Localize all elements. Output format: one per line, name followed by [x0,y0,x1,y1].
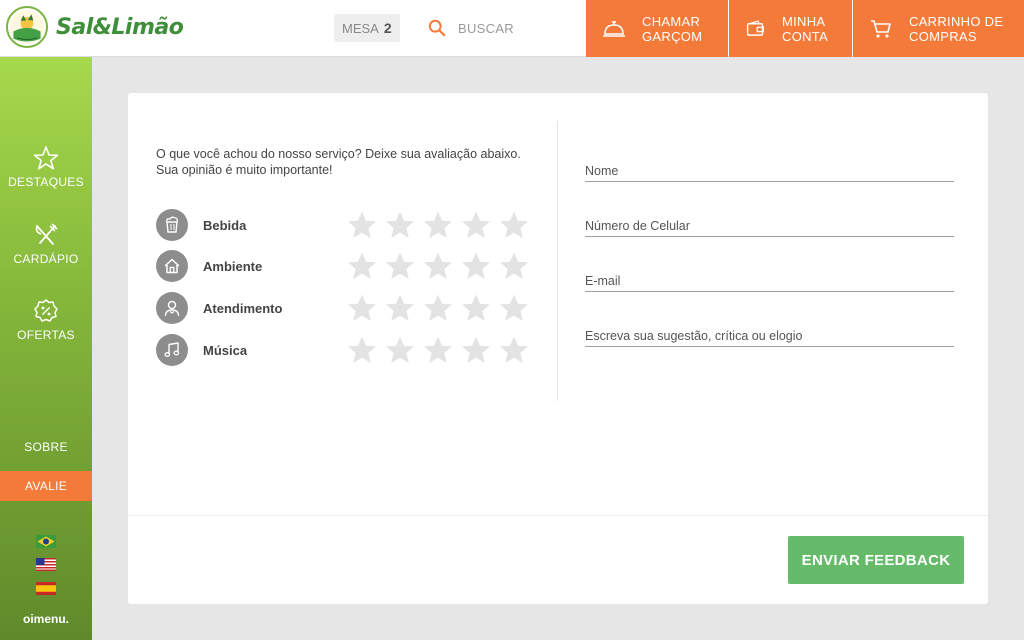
star-rating[interactable] [346,209,536,241]
feedback-intro: O que você achou do nosso serviço? Deixe… [156,146,556,178]
star-icon[interactable] [422,292,454,324]
star-icon[interactable] [498,292,530,324]
phone-field[interactable] [585,215,954,237]
star-icon[interactable] [460,209,492,241]
star-icon[interactable] [346,334,378,366]
cloche-icon [603,20,625,37]
flag-brazil-icon[interactable] [36,535,56,548]
discount-badge-icon [34,299,58,322]
star-icon[interactable] [422,209,454,241]
brand-name: Sal&Limão [56,14,184,40]
rating-row-ambiente: Ambiente [156,250,536,282]
sidebar-item-label: CARDÁPIO [13,252,79,266]
waiter-icon [156,292,188,324]
intro-line-1: O que você achou do nosso serviço? Deixe… [156,147,521,161]
star-rating[interactable] [346,292,536,324]
star-icon[interactable] [346,292,378,324]
my-account-label-1: MINHA [782,13,826,29]
rating-label: Música [203,342,248,358]
star-icon[interactable] [498,334,530,366]
name-field[interactable] [585,160,954,182]
star-icon[interactable] [384,250,416,282]
call-waiter-label-2: GARÇOM [642,28,703,44]
wallet-icon [746,19,764,36]
search-button[interactable]: BUSCAR [428,14,514,42]
logo-badge-icon [6,6,48,48]
table-label: MESA [342,20,379,36]
sidebar-item-destaques[interactable]: DESTAQUES [0,145,92,189]
sidebar-item-ofertas[interactable]: OFERTAS [0,298,92,342]
rating-label: Bebida [203,217,247,233]
my-account-label-2: CONTA [782,28,829,44]
star-icon [33,146,59,170]
footer-divider [128,515,988,516]
cutlery-icon [35,223,58,245]
cart-label-1: CARRINHO DE [909,13,1004,29]
star-icon[interactable] [460,334,492,366]
house-icon [156,250,188,282]
oimenu-logo: oimenu. [22,612,69,626]
search-label: BUSCAR [458,20,514,36]
flag-spain-icon[interactable] [36,582,56,595]
star-icon[interactable] [384,209,416,241]
cart-button[interactable]: CARRINHO DE COMPRAS [853,0,1024,57]
call-waiter-button[interactable]: CHAMAR GARÇOM [586,0,728,57]
send-feedback-button[interactable]: ENVIAR FEEDBACK [788,536,964,584]
star-icon[interactable] [384,334,416,366]
sidebar: DESTAQUES CARDÁPIO OFERTAS SOBRE AVALIE [0,57,92,640]
star-icon[interactable] [460,250,492,282]
star-icon[interactable] [498,209,530,241]
feedback-card: O que você achou do nosso serviço? Deixe… [128,93,988,604]
star-icon[interactable] [498,250,530,282]
star-icon[interactable] [422,250,454,282]
sidebar-item-sobre[interactable]: SOBRE [0,440,92,454]
cart-icon [871,19,891,38]
search-icon [428,19,446,37]
rating-label: Ambiente [203,258,263,274]
table-number: 2 [383,20,392,36]
star-icon[interactable] [346,250,378,282]
table-indicator: MESA 2 [334,14,400,42]
my-account-button[interactable]: MINHA CONTA [729,0,852,57]
rating-row-musica: Música [156,334,536,366]
rating-row-atendimento: Atendimento [156,292,536,324]
top-header: Sal&Limão MESA 2 BUSCAR CHAMAR GARÇOM MI… [0,0,1024,57]
call-waiter-label-1: CHAMAR [642,13,701,29]
email-field[interactable] [585,270,954,292]
brand-logo[interactable]: Sal&Limão [6,6,184,48]
star-icon[interactable] [346,209,378,241]
sidebar-item-avalie[interactable]: AVALIE [0,471,92,501]
column-divider [557,121,558,401]
intro-line-2: Sua opinião é muito importante! [156,163,333,177]
star-rating[interactable] [346,250,536,282]
sidebar-item-label: OFERTAS [17,328,75,342]
drink-icon [156,209,188,241]
message-field[interactable] [585,325,954,347]
flag-usa-icon[interactable] [36,558,56,571]
rating-row-bebida: Bebida [156,209,536,241]
star-icon[interactable] [460,292,492,324]
star-rating[interactable] [346,334,536,366]
cart-label-2: COMPRAS [909,28,977,44]
music-note-icon [156,334,188,366]
star-icon[interactable] [384,292,416,324]
rating-label: Atendimento [203,300,283,316]
sidebar-item-cardapio[interactable]: CARDÁPIO [0,222,92,266]
sidebar-item-label: DESTAQUES [8,175,84,189]
star-icon[interactable] [422,334,454,366]
